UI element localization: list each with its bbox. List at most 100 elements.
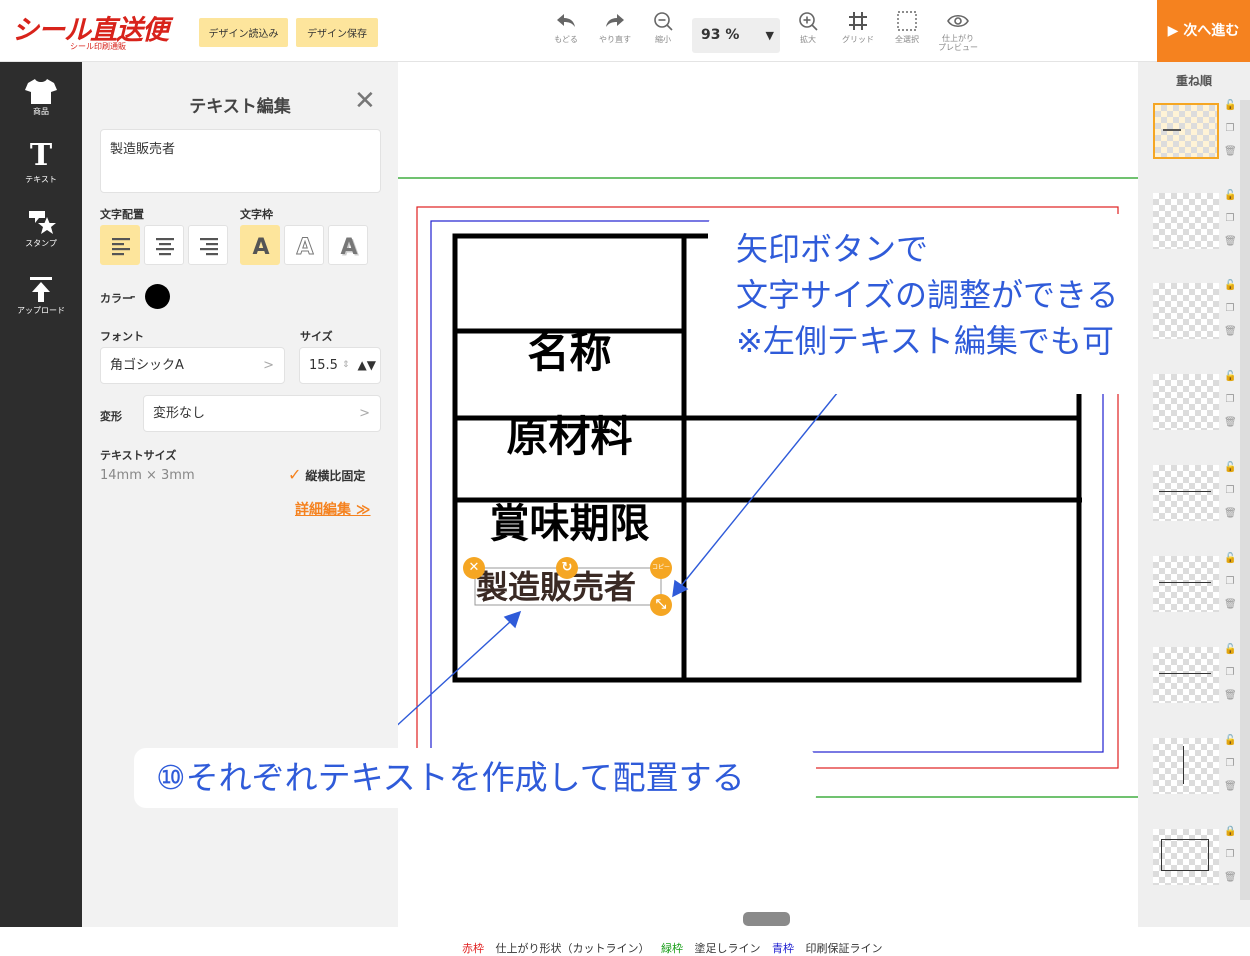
stepper-arrows-icon[interactable]: ▲▼	[358, 348, 376, 383]
font-select[interactable]: 角ゴシックA >	[100, 347, 285, 384]
color-swatch[interactable]	[145, 284, 170, 309]
lock-icon[interactable]: 🔓	[1224, 553, 1236, 565]
copy-icon[interactable]: ❐	[1224, 213, 1236, 225]
trash-icon[interactable]: 🗑	[1224, 508, 1237, 520]
frame-label: 文字枠	[240, 208, 273, 221]
close-icon[interactable]: ✕	[354, 88, 376, 114]
callout-top-line3: ※左側テキスト編集でも可	[736, 322, 1114, 360]
copy-icon[interactable]: ❐	[1224, 849, 1236, 861]
canvas-scroll-handle[interactable]	[743, 912, 790, 926]
layer-thumbnail[interactable]	[1153, 193, 1219, 249]
tshirt-icon	[0, 76, 82, 106]
align-center-button[interactable]	[144, 225, 184, 265]
grid-icon	[836, 10, 880, 34]
trash-icon[interactable]: 🗑	[1224, 236, 1237, 248]
save-design-button[interactable]: デザイン保存	[296, 18, 378, 47]
copy-icon[interactable]: ❐	[1224, 576, 1236, 588]
spin-icon: ⇕	[342, 360, 350, 370]
lock-icon[interactable]: 🔓	[1224, 190, 1236, 202]
nav-item-upload[interactable]: アップロード	[0, 275, 82, 317]
frame-outline-button[interactable]: A	[284, 225, 324, 265]
zoom-in-icon	[786, 10, 830, 34]
zoom-select[interactable]: 93 % ▼	[692, 18, 780, 53]
layer-thumbnail[interactable]	[1153, 556, 1219, 612]
callout-box-top: 矢印ボタンで 文字サイズの調整ができる ※左側テキスト編集でも可	[708, 214, 1210, 394]
copy-handle[interactable]: コピー	[650, 557, 672, 579]
nav-item-product[interactable]: 商品	[0, 76, 82, 118]
copy-icon[interactable]: ❐	[1224, 667, 1236, 679]
layer-thumbnail[interactable]	[1153, 283, 1219, 339]
trash-icon[interactable]: 🗑	[1224, 417, 1237, 429]
trash-icon[interactable]: 🗑	[1224, 781, 1237, 793]
layer-thumbnail[interactable]	[1153, 465, 1219, 521]
trash-icon[interactable]: 🗑	[1224, 872, 1237, 884]
legend-green-desc: 塗足しライン	[694, 942, 761, 955]
lock-icon[interactable]: 🔓	[1224, 644, 1236, 656]
lock-icon[interactable]: 🔓	[1224, 735, 1236, 747]
keep-ratio-checkbox[interactable]: ✓ 縦横比固定	[288, 465, 365, 484]
frame-shadow-button[interactable]: AA	[328, 225, 368, 265]
copy-icon[interactable]: ❐	[1224, 123, 1236, 135]
check-icon: ✓	[288, 465, 302, 484]
transform-value: 変形なし	[153, 406, 206, 421]
keep-ratio-label: 縦横比固定	[305, 469, 366, 483]
lock-icon[interactable]: 🔒	[1224, 826, 1236, 838]
trash-icon[interactable]: 🗑	[1224, 599, 1237, 611]
cell-ingredients[interactable]: 原材料	[455, 414, 684, 460]
next-button[interactable]: ▶ 次へ進む	[1157, 0, 1250, 62]
font-plain-icon: A	[252, 235, 269, 260]
layer-thumbnail[interactable]	[1153, 374, 1219, 430]
logo[interactable]: シール直送便 シール印刷通販	[12, 8, 190, 52]
lock-icon[interactable]: 🔓	[1224, 100, 1236, 112]
cell-name[interactable]: 名称	[455, 330, 684, 376]
size-label: サイズ	[300, 330, 333, 343]
zoom-value: 93 %	[701, 27, 740, 43]
svg-text:A: A	[252, 235, 269, 260]
grid-button[interactable]: グリッド	[836, 10, 880, 58]
copy-icon[interactable]: ❐	[1224, 485, 1236, 497]
load-design-button[interactable]: デザイン読込み	[199, 18, 288, 47]
nav-item-stamp[interactable]: スタンプ	[0, 208, 82, 250]
layer-thumbnail[interactable]	[1153, 103, 1219, 159]
copy-icon[interactable]: ❐	[1224, 394, 1236, 406]
select-all-button[interactable]: 全選択	[885, 10, 929, 58]
undo-button[interactable]: もどる	[544, 10, 588, 58]
align-right-button[interactable]	[188, 225, 228, 265]
eye-icon	[936, 10, 980, 34]
trash-icon[interactable]: 🗑	[1224, 146, 1237, 158]
layer-thumbnail[interactable]	[1153, 829, 1219, 885]
text-input[interactable]: 製造販売者	[100, 129, 381, 193]
text-icon: T	[29, 138, 53, 173]
preview-button[interactable]: 仕上がり プレビュー	[936, 10, 980, 58]
layer-thumbnail[interactable]	[1153, 647, 1219, 703]
redo-button[interactable]: やり直す	[593, 10, 637, 58]
zoom-out-button[interactable]: 縮小	[641, 10, 685, 58]
guide-legend: 赤枠 仕上がり形状（カットライン） 緑枠 塗足しライン 青枠 印刷保証ライン	[462, 940, 883, 956]
cell-best-before[interactable]: 賞味期限	[455, 501, 684, 547]
legend-blue-label: 青枠	[772, 942, 794, 955]
nav-label-upload: アップロード	[17, 306, 65, 315]
logo-subtext: シール印刷通販	[70, 42, 126, 51]
copy-icon[interactable]: ❐	[1224, 758, 1236, 770]
copy-icon[interactable]: ❐	[1224, 303, 1236, 315]
align-left-button[interactable]	[100, 225, 140, 265]
size-stepper[interactable]: 15.5 ⇕ ▲▼	[299, 347, 381, 384]
trash-icon[interactable]: 🗑	[1224, 690, 1237, 702]
trash-icon[interactable]: 🗑	[1224, 326, 1237, 338]
transform-select[interactable]: 変形なし >	[143, 395, 381, 432]
top-toolbar: シール直送便 シール印刷通販 デザイン読込み デザイン保存 もどる やり直す 縮…	[0, 0, 1250, 62]
zoom-in-button[interactable]: 拡大	[786, 10, 830, 58]
zoom-out-label: 縮小	[655, 35, 671, 44]
lock-icon[interactable]: 🔓	[1224, 280, 1236, 292]
layer-thumbnail[interactable]	[1153, 738, 1219, 794]
nav-item-text[interactable]: T テキスト	[0, 140, 82, 186]
lock-icon[interactable]: 🔓	[1224, 462, 1236, 474]
delete-handle-icon[interactable]: ✕	[463, 557, 485, 579]
lock-icon[interactable]: 🔓	[1224, 371, 1236, 383]
grid-label: グリッド	[842, 35, 874, 44]
frame-none-button[interactable]: A	[240, 225, 280, 265]
detail-edit-link[interactable]: 詳細編集 ≫	[295, 499, 371, 519]
layers-scrollbar[interactable]	[1240, 100, 1250, 900]
resize-handle-icon[interactable]: ⤡	[650, 594, 672, 616]
rotate-handle-icon[interactable]: ↻	[556, 557, 578, 579]
